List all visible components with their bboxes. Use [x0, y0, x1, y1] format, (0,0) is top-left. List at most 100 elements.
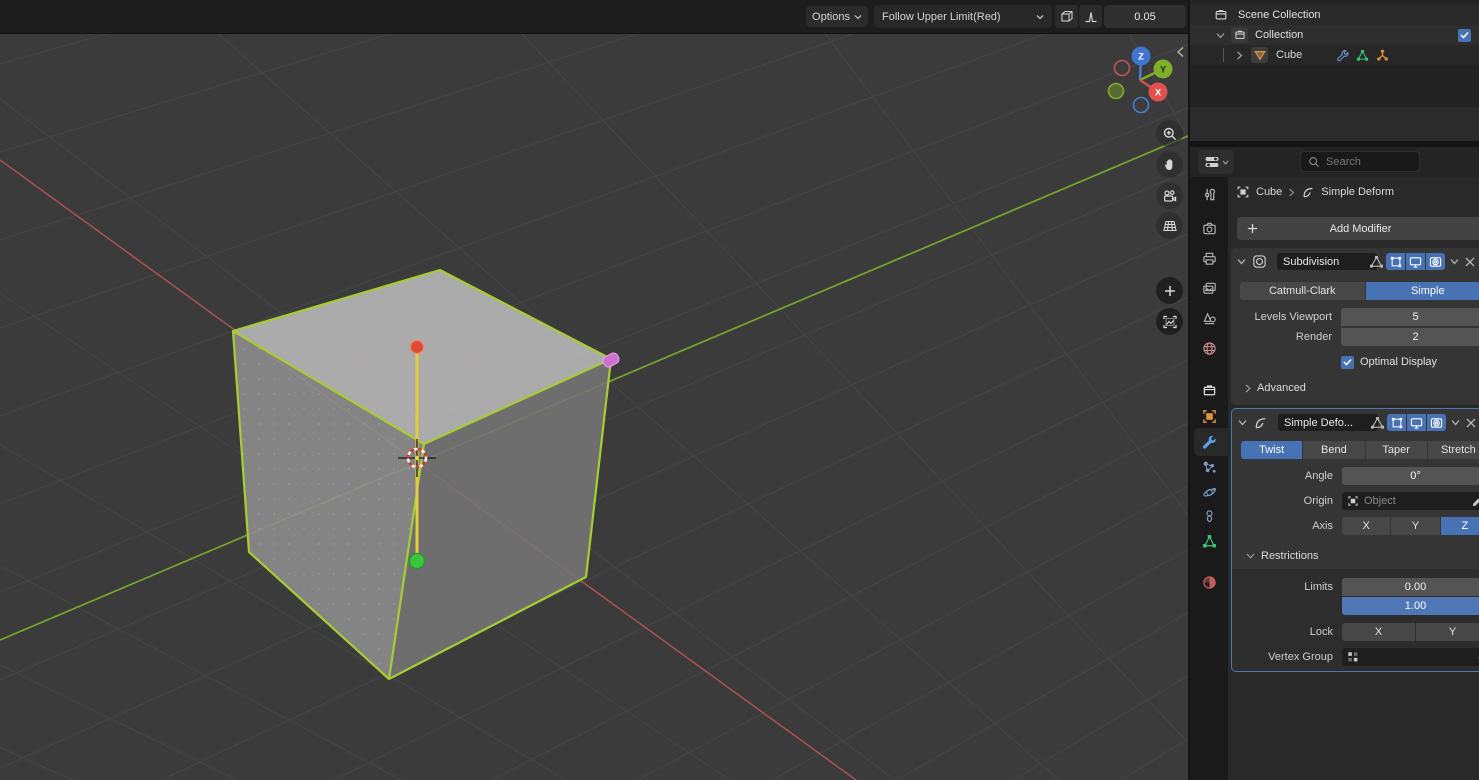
viewport-3d[interactable]: Z Y X	[0, 0, 1188, 780]
lock-y-label: Y	[1449, 626, 1456, 638]
subdivision-type-row: Catmull-Clark Simple	[1240, 282, 1479, 300]
chevron-down-icon[interactable]	[1238, 419, 1247, 426]
close-icon[interactable]	[1465, 257, 1475, 267]
toggle-edit-mode-display[interactable]	[1369, 414, 1385, 431]
limit-min-field[interactable]: 0.00	[1342, 578, 1479, 596]
levels-viewport-field[interactable]: 5	[1341, 308, 1479, 326]
axis-z-label: Z	[1461, 520, 1468, 532]
size-value-field[interactable]: 0.05	[1104, 5, 1186, 28]
tab-render[interactable]	[1193, 216, 1225, 240]
advanced-section-header[interactable]: Advanced	[1245, 379, 1306, 397]
add-modifier-button[interactable]: Add Modifier	[1237, 217, 1479, 240]
search-placeholder: Search	[1326, 156, 1361, 168]
lock-y-button[interactable]: Y	[1416, 623, 1479, 641]
tab-tool[interactable]	[1193, 182, 1225, 206]
tab-particles[interactable]	[1193, 455, 1225, 479]
toggle-show-viewport[interactable]	[1406, 253, 1425, 270]
axis-z-button[interactable]: Z	[1441, 517, 1479, 535]
catmull-clark-label: Catmull-Clark	[1269, 285, 1336, 297]
editor-type-button[interactable]	[1198, 150, 1234, 174]
outliner-row-scene-collection[interactable]: Scene Collection	[1190, 5, 1479, 25]
toggle-ortho-button[interactable]	[1156, 212, 1183, 239]
tab-world[interactable]	[1193, 336, 1225, 360]
tab-output[interactable]	[1193, 246, 1225, 270]
falloff-type-button[interactable]	[1079, 5, 1102, 28]
mesh-triangle-icon	[1254, 50, 1266, 61]
bend-button[interactable]: Bend	[1303, 441, 1364, 459]
tab-collection[interactable]	[1193, 378, 1225, 402]
tab-scene[interactable]	[1193, 306, 1225, 330]
breadcrumb-modifier[interactable]: Simple Deform	[1321, 186, 1394, 198]
limit-max-field[interactable]: 1.00	[1342, 597, 1479, 615]
properties-search-field[interactable]: Search	[1300, 151, 1420, 172]
tab-object[interactable]	[1193, 404, 1225, 428]
vertex-group-row: Vertex Group	[1232, 648, 1479, 666]
catmull-clark-button[interactable]: Catmull-Clark	[1240, 282, 1365, 300]
camera-view-button[interactable]	[1156, 182, 1183, 209]
options-dropdown[interactable]: Options	[806, 6, 868, 27]
taper-button[interactable]: Taper	[1366, 441, 1427, 459]
subdivision-name-field[interactable]: Subdivision	[1277, 253, 1377, 270]
deform-upper-limit-handle[interactable]	[411, 341, 424, 354]
toggle-edit-mode-display[interactable]	[1368, 253, 1384, 270]
close-icon[interactable]	[1466, 418, 1476, 428]
twist-button[interactable]: Twist	[1241, 441, 1302, 459]
toggle-show-viewport[interactable]	[1407, 414, 1426, 431]
origin-object-field[interactable]: Object	[1342, 492, 1479, 510]
tab-physics[interactable]	[1193, 480, 1225, 504]
toggle-show-editmode[interactable]	[1386, 253, 1405, 270]
render-levels-field[interactable]: 2	[1341, 328, 1479, 346]
collection-checkbox[interactable]	[1458, 29, 1471, 42]
tab-modifiers[interactable]	[1193, 430, 1225, 454]
simple-label: Simple	[1411, 285, 1445, 297]
angle-field[interactable]: 0°	[1342, 467, 1479, 485]
optimal-display-checkbox[interactable]	[1341, 356, 1354, 369]
properties-header: Search	[1190, 147, 1479, 177]
outliner-row-collection[interactable]: Collection	[1190, 25, 1479, 45]
vertex-triangle-icon	[1370, 256, 1383, 268]
toggle-show-editmode[interactable]	[1387, 414, 1406, 431]
render-region-button[interactable]	[1156, 308, 1183, 335]
gizmo-y-label: Y	[1160, 65, 1167, 76]
monitor-icon	[1410, 417, 1423, 429]
vertex-group-icon	[1347, 651, 1359, 663]
outliner-row-cube[interactable]: Cube	[1190, 45, 1479, 65]
pan-button[interactable]	[1156, 151, 1183, 178]
outliner-scroll-strip[interactable]	[1190, 106, 1479, 142]
subdivision-panel: Subdivision Catmull-Clark Simple	[1231, 248, 1479, 405]
panel-extras-chevron-icon[interactable]	[1450, 258, 1459, 265]
lock-x-button[interactable]: X	[1342, 623, 1415, 641]
axis-x-button[interactable]: X	[1342, 517, 1390, 535]
simple-deform-name-field[interactable]: Simple Defo...	[1278, 414, 1378, 431]
vertex-triangle-icon	[1371, 417, 1384, 429]
eyedropper-icon[interactable]	[1472, 495, 1479, 507]
breadcrumb-object[interactable]: Cube	[1256, 186, 1282, 198]
toggle-show-render[interactable]	[1426, 253, 1445, 270]
particles-icon	[1202, 460, 1217, 475]
scene-collection-label: Scene Collection	[1238, 9, 1321, 21]
proportional-edit-button[interactable]	[1055, 5, 1078, 28]
levels-viewport-value: 5	[1412, 311, 1418, 323]
simple-button[interactable]: Simple	[1366, 282, 1479, 300]
tab-object-data[interactable]	[1193, 529, 1225, 553]
chevron-down-icon[interactable]	[1237, 258, 1246, 265]
tab-constraints[interactable]	[1193, 504, 1225, 528]
lock-row: Lock X Y	[1232, 623, 1479, 641]
restrictions-section-header[interactable]: Restrictions	[1246, 547, 1318, 565]
deform-lower-limit-handle[interactable]	[410, 554, 425, 569]
tab-view-layer[interactable]	[1193, 276, 1225, 300]
object-icon	[1347, 495, 1359, 507]
toggle-show-render[interactable]	[1427, 414, 1446, 431]
panel-extras-chevron-icon[interactable]	[1451, 419, 1460, 426]
deform-mode-dropdown[interactable]: Follow Upper Limit(Red)	[874, 5, 1052, 28]
axis-y-button[interactable]: Y	[1391, 517, 1439, 535]
gizmo-minus-z-ball[interactable]	[1134, 98, 1149, 113]
add-button[interactable]	[1156, 277, 1183, 304]
stretch-button[interactable]: Stretch	[1428, 441, 1479, 459]
sidebar-collapse-arrow[interactable]	[1176, 46, 1185, 58]
gizmo-minus-x-ball[interactable]	[1115, 61, 1130, 76]
vertex-group-field[interactable]	[1342, 648, 1479, 666]
gizmo-minus-y-ball[interactable]	[1109, 84, 1124, 99]
zoom-button[interactable]	[1156, 120, 1183, 147]
tab-material[interactable]	[1193, 570, 1225, 594]
